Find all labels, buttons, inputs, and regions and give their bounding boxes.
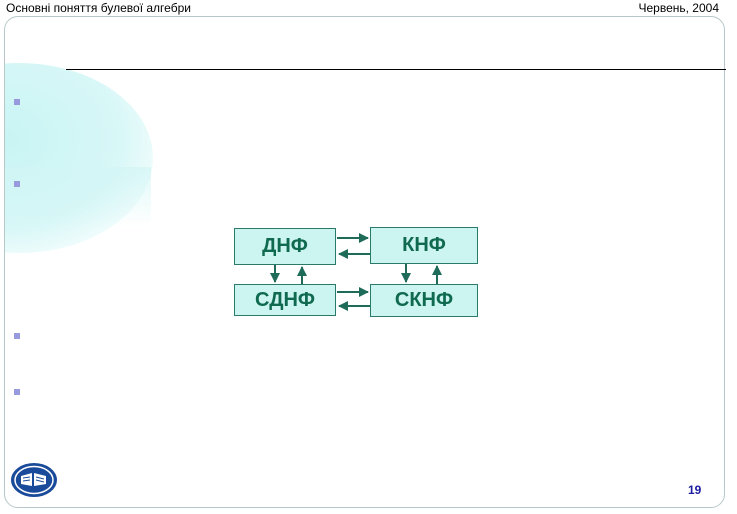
box-sknf: СКНФ [370,284,478,317]
bullet-4-icon [14,389,20,395]
decorative-background-fade [5,167,151,227]
bullet-1-icon [14,99,20,105]
bullet-3-icon [14,333,20,339]
header-date: Червень, 2004 [638,1,719,15]
header-title: Основні поняття булевої алгебри [6,1,191,15]
university-emblem-icon [11,463,57,497]
box-knf: КНФ [370,227,478,264]
box-knf-label: КНФ [402,234,446,256]
bullet-2-icon [14,181,20,187]
box-sdnf-label: СДНФ [255,288,315,311]
box-dnf-label: ДНФ [262,235,308,257]
box-dnf: ДНФ [234,228,336,265]
box-sdnf: СДНФ [234,284,336,316]
slide-frame [4,16,725,508]
title-underline [66,69,726,70]
page-number: 19 [688,483,702,497]
box-sknf-label: СКНФ [394,289,454,311]
